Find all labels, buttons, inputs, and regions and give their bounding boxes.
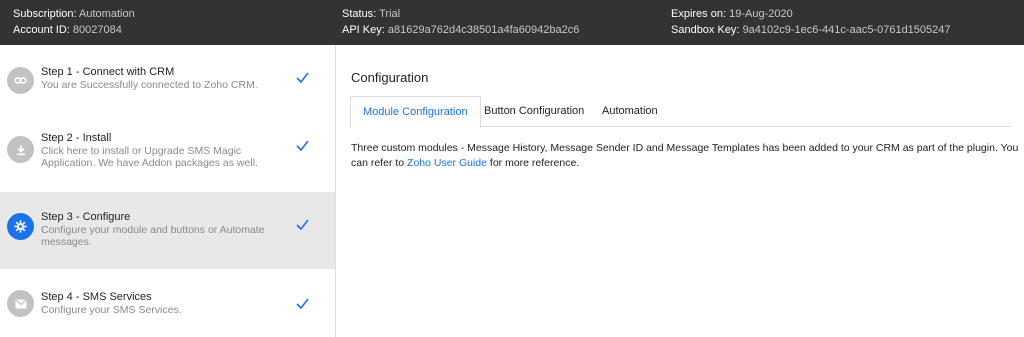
- zoho-user-guide-link[interactable]: Zoho User Guide: [407, 157, 487, 169]
- status-value: Trial: [379, 8, 401, 20]
- module-configuration-description: Three custom modules - Message History, …: [351, 141, 1021, 171]
- envelope-icon: [7, 290, 34, 317]
- step-install[interactable]: Step 2 - Install Click here to install o…: [0, 115, 335, 192]
- expires-value: 19-Aug-2020: [729, 8, 793, 20]
- step-description: You are Successfully connected to Zoho C…: [41, 79, 258, 91]
- step-title: Step 1 - Connect with CRM: [41, 66, 175, 78]
- checkmark-icon: [296, 138, 309, 156]
- api-key-label: API Key:: [342, 24, 385, 36]
- subscription-value: Automation: [79, 8, 135, 20]
- sandbox-key-value: 9a4102c9-1ec6-441c-aac5-0761d1505247: [742, 24, 951, 36]
- section-title: Configuration: [351, 70, 429, 85]
- account-id-value: 80027084: [72, 24, 122, 36]
- description-text-end: for more reference.: [487, 157, 580, 169]
- tab-automation[interactable]: Automation: [590, 96, 670, 127]
- api-key-value: a81629a762d4c38501a4fa60942ba2c6: [387, 24, 580, 36]
- step-description: Click here to install or Upgrade SMS Mag…: [41, 145, 258, 169]
- step-description: Configure your SMS Services.: [41, 304, 182, 316]
- step-title: Step 3 - Configure: [41, 211, 131, 223]
- step-configure[interactable]: Step 3 - Configure Configure your module…: [0, 192, 335, 269]
- subscription-info: Subscription: Automation Account ID: 800…: [13, 6, 135, 38]
- step-sms-services[interactable]: Step 4 - SMS Services Configure your SMS…: [0, 269, 335, 337]
- step-description: Configure your module and buttons or Aut…: [41, 224, 265, 248]
- expiry-info: Expires on: 19-Aug-2020 Sandbox Key: 9a4…: [671, 6, 951, 38]
- expires-label: Expires on:: [671, 8, 727, 20]
- step-title: Step 4 - SMS Services: [41, 291, 152, 303]
- download-icon: [7, 136, 34, 163]
- step-title: Step 2 - Install: [41, 132, 112, 144]
- link-icon: [7, 67, 34, 94]
- checkmark-icon: [296, 296, 309, 314]
- tab-module-configuration[interactable]: Module Configuration: [350, 96, 481, 128]
- configuration-panel: Configuration Module Configuration Butto…: [336, 45, 1024, 337]
- sandbox-key-label: Sandbox Key:: [671, 24, 740, 36]
- setup-steps-sidebar: Step 1 - Connect with CRM You are Succes…: [0, 45, 336, 337]
- checkmark-icon: [296, 70, 309, 88]
- step-connect-crm[interactable]: Step 1 - Connect with CRM You are Succes…: [0, 45, 335, 115]
- checkmark-icon: [296, 217, 309, 235]
- configuration-tabs: Module Configuration Button Configuratio…: [350, 96, 1011, 128]
- account-header-bar: Subscription: Automation Account ID: 800…: [0, 0, 1024, 45]
- subscription-label: Subscription:: [13, 8, 77, 20]
- gear-icon: [7, 213, 34, 240]
- tab-button-configuration[interactable]: Button Configuration: [472, 96, 596, 127]
- status-info: Status: Trial API Key: a81629a762d4c3850…: [342, 6, 579, 38]
- account-id-label: Account ID:: [13, 24, 70, 36]
- status-label: Status:: [342, 8, 377, 20]
